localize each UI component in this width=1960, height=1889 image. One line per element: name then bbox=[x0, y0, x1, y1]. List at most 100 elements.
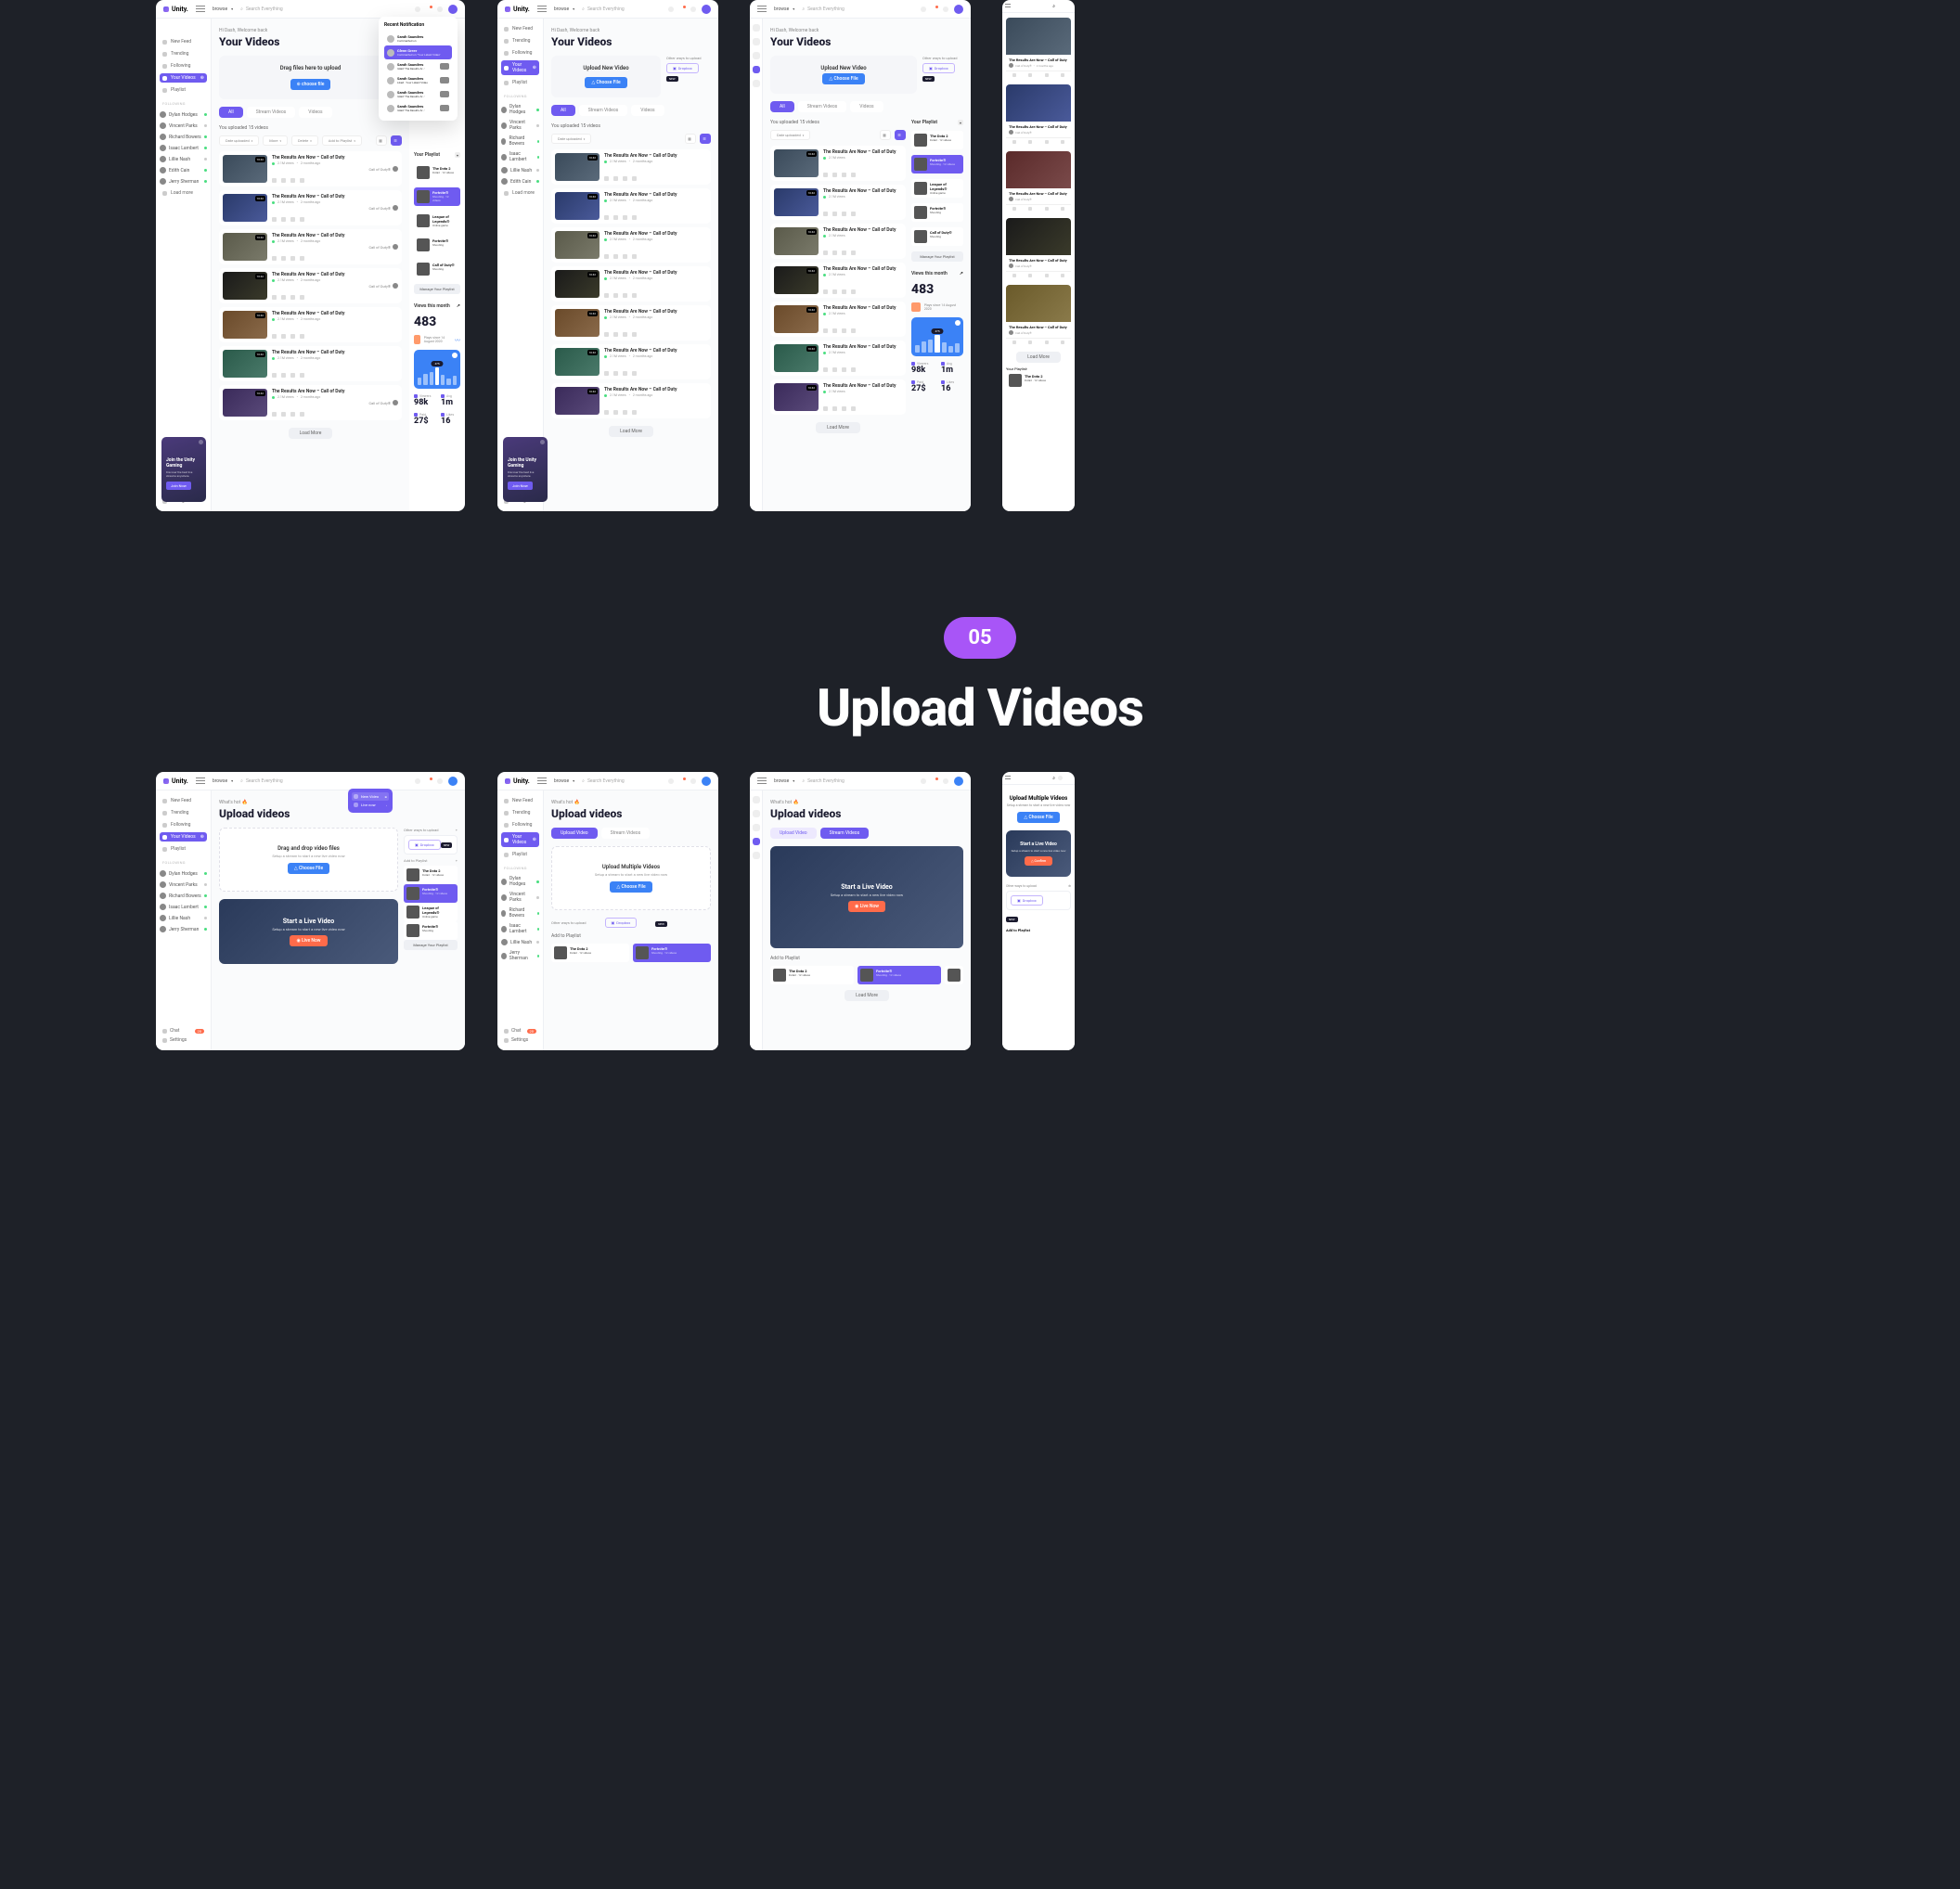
help-icon[interactable] bbox=[437, 6, 443, 12]
page-title: Your Videos bbox=[219, 35, 402, 48]
upload-new-box[interactable]: Upload New Video △ Choose File bbox=[551, 56, 661, 97]
nav-your-videos[interactable]: Your Videos⊕ bbox=[160, 73, 207, 83]
tab-videos[interactable]: Videos bbox=[299, 107, 331, 118]
search-icon[interactable]: ⌕ bbox=[1052, 4, 1055, 9]
expand-icon[interactable]: ↗ bbox=[457, 303, 460, 309]
notif-item[interactable]: Sarah SaundersLiked · Your Latest Video bbox=[384, 73, 452, 87]
nav-trending[interactable]: Trending bbox=[501, 36, 539, 45]
close-icon[interactable] bbox=[540, 440, 545, 444]
avatar[interactable] bbox=[1065, 3, 1072, 9]
video-card[interactable]: 10:42The Results Are Now – Call of Duty2… bbox=[219, 190, 402, 225]
tab-stream[interactable]: Stream Videos bbox=[601, 828, 651, 839]
avatar[interactable] bbox=[448, 5, 458, 14]
tab-videos[interactable]: Videos bbox=[631, 105, 664, 116]
nav-feed[interactable]: New Feed bbox=[160, 37, 207, 46]
nav-feed[interactable]: New Feed bbox=[501, 24, 539, 33]
live-now-button[interactable]: ◉ Live Now bbox=[848, 901, 885, 912]
playlist-item[interactable]: League of Legends®Online game bbox=[414, 212, 460, 230]
video-card[interactable]: 10:42The Results Are Now – Call of Duty2… bbox=[219, 307, 402, 342]
video-card[interactable]: 10:42The Results Are Now – Call of Duty2… bbox=[219, 385, 402, 420]
manage-playlist-button[interactable]: Manage Your Playlist bbox=[414, 284, 460, 294]
view-grid-icon[interactable]: ▦ bbox=[376, 135, 387, 146]
filter-date[interactable]: Date uploaded bbox=[219, 135, 259, 146]
sidebar-rail bbox=[750, 19, 763, 511]
close-icon[interactable] bbox=[452, 353, 458, 358]
notif-item[interactable]: Sarah SaundersCommented on bbox=[384, 32, 452, 45]
page-title: Upload Multiple Videos bbox=[1006, 795, 1071, 802]
tab-all[interactable]: All bbox=[551, 105, 575, 116]
notif-item[interactable]: Sarah Saundersrated 'The Results Ar…' bbox=[384, 101, 452, 115]
choose-file-button[interactable]: ⊕ choose file bbox=[290, 79, 331, 90]
whats-hot: What's hot 🔥 bbox=[219, 800, 458, 805]
playlist-add-icon[interactable]: + bbox=[455, 152, 460, 158]
nav-your-videos[interactable]: Your Videos⊕ bbox=[501, 60, 539, 75]
search-input[interactable]: Search Everything bbox=[240, 6, 407, 12]
filter-more[interactable]: More bbox=[263, 135, 288, 146]
drag-drop-box[interactable]: Drag and drop video files Setup a stream… bbox=[219, 828, 398, 892]
follower-item[interactable]: Edith Cain bbox=[160, 166, 207, 174]
nav-following[interactable]: Following bbox=[160, 61, 207, 71]
menu-icon[interactable] bbox=[196, 6, 205, 13]
promo-card: Join the Unity Gaming Discover the best … bbox=[161, 437, 206, 502]
video-card[interactable]: 10:42The Results Are Now – Call of Duty2… bbox=[219, 229, 402, 264]
filter-delete[interactable]: Delete bbox=[291, 135, 318, 146]
playlist-item[interactable]: Call of Duty®Shooting bbox=[414, 260, 460, 278]
opt-new-video[interactable]: New Video⊕ bbox=[352, 792, 389, 801]
bell-icon[interactable] bbox=[1058, 4, 1063, 8]
follower-item[interactable]: Dylan Hodges bbox=[160, 110, 207, 119]
nav-playlist[interactable]: Playlist bbox=[501, 78, 539, 87]
menu-icon[interactable] bbox=[537, 6, 547, 13]
menu-icon[interactable] bbox=[757, 6, 767, 13]
playlist-item[interactable]: The Dota 2Dota2 · 12 videos bbox=[414, 163, 460, 182]
uploaded-count: You uploaded 15 videos bbox=[219, 125, 402, 131]
video-card[interactable]: 10:42The Results Are Now – Call of Duty2… bbox=[219, 268, 402, 303]
follower-item[interactable]: Isaac Lambert bbox=[160, 144, 207, 152]
mobile-video-card[interactable]: The Results Are Now – Call of DutyCall o… bbox=[1006, 18, 1071, 79]
logo[interactable]: Unity. bbox=[505, 6, 530, 13]
follower-item[interactable]: Jerry Sherman bbox=[160, 177, 207, 186]
confirm-button[interactable]: △ Confirm bbox=[1025, 856, 1052, 866]
tab-stream[interactable]: Stream Videos bbox=[579, 105, 628, 116]
follower-item[interactable]: Lillie Nash bbox=[160, 155, 207, 163]
load-more-button[interactable]: Load More bbox=[289, 428, 333, 439]
tab-all[interactable]: All bbox=[219, 107, 243, 118]
load-more-button[interactable]: Load More bbox=[609, 426, 653, 437]
drag-upload-box[interactable]: Drag files here to upload ⊕ choose file bbox=[219, 56, 402, 99]
browse-dropdown[interactable]: browse bbox=[554, 6, 574, 12]
tab-stream[interactable]: Stream Videos bbox=[247, 107, 296, 118]
playlist-item[interactable]: Fortnite®Shooting bbox=[414, 236, 460, 254]
notif-item[interactable]: Glenn GreerCommented on "Your Latest Vid… bbox=[384, 45, 452, 59]
close-icon[interactable] bbox=[199, 440, 203, 444]
playlist-item[interactable]: Fortnite®Shooting · 12 videos bbox=[414, 187, 460, 206]
join-now-button[interactable]: Join Now bbox=[166, 482, 191, 490]
video-card[interactable]: 10:42The Results Are Now – Call of Duty2… bbox=[219, 151, 402, 186]
menu-icon[interactable] bbox=[1005, 4, 1011, 8]
live-now-button[interactable]: ◉ Live Now bbox=[290, 935, 327, 946]
notif-item[interactable]: Sarah Saundersrated 'The Results Ar…' bbox=[384, 59, 452, 73]
browse-dropdown[interactable]: browse bbox=[213, 6, 233, 12]
tab-upload[interactable]: Upload Video bbox=[551, 828, 598, 839]
logo[interactable]: Unity. bbox=[163, 6, 188, 13]
nav-playlist[interactable]: Playlist bbox=[160, 85, 207, 95]
add-to-playlist-head: Add to Playlist bbox=[551, 933, 711, 939]
video-card[interactable]: 10:42The Results Are Now – Call of Duty2… bbox=[219, 346, 402, 381]
filter-add-playlist[interactable]: Add to Playlist bbox=[322, 135, 362, 146]
join-now-button[interactable]: Join Now bbox=[508, 482, 533, 490]
nav-trending[interactable]: Trending bbox=[160, 49, 207, 58]
follower-item[interactable]: Vincent Parks bbox=[160, 122, 207, 130]
choose-file-button[interactable]: △ Choose File bbox=[1017, 812, 1059, 823]
nav-following[interactable]: Following bbox=[501, 48, 539, 58]
dropbox-button[interactable]: ▣ Dropbox bbox=[666, 63, 699, 73]
choose-file-button[interactable]: △ Choose File bbox=[288, 863, 329, 874]
view-list-icon[interactable]: ☰ bbox=[391, 135, 402, 146]
upload-icon[interactable] bbox=[415, 6, 420, 12]
nav-your-videos[interactable] bbox=[753, 66, 760, 73]
opt-live-now[interactable]: Live now› bbox=[352, 801, 389, 809]
search-input[interactable]: Search Everything bbox=[582, 6, 661, 12]
load-more[interactable]: Load more bbox=[160, 188, 207, 198]
video-card[interactable]: 10:42The Results Are Now – Call of Duty2… bbox=[551, 149, 711, 185]
notif-item[interactable]: Sarah Saundersrated 'The Results Ar…' bbox=[384, 87, 452, 101]
bell-icon[interactable] bbox=[426, 6, 432, 12]
follower-item[interactable]: Richard Bowers bbox=[160, 133, 207, 141]
choose-file-button[interactable]: △ Choose File bbox=[585, 77, 626, 88]
